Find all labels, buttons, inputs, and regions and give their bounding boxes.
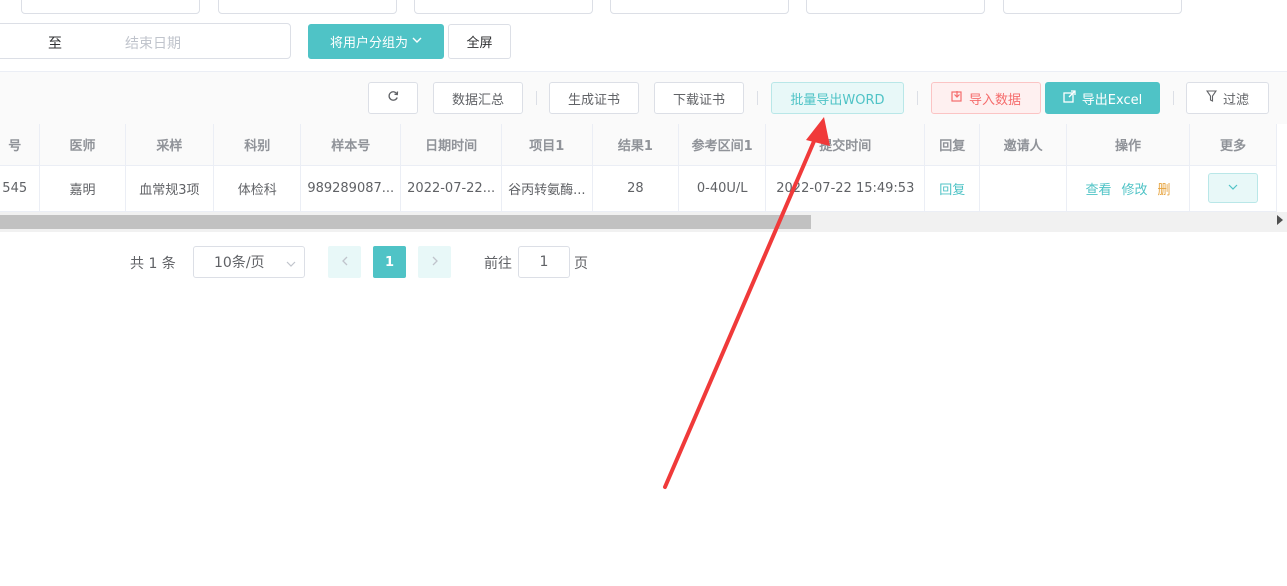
column-header: 医师 [39,124,126,166]
cell-doctor: 嘉明 [39,165,126,212]
cell-datetime: 2022-07-22... [400,165,503,212]
filter-input-6[interactable] [1003,0,1182,14]
chevron-down-icon [286,254,296,272]
column-header: 更多 [1189,124,1278,166]
export-excel-label: 导出Excel [1081,92,1143,108]
cell-more [1189,165,1278,212]
generate-certificate-button[interactable]: 生成证书 [549,82,639,114]
column-header: 号 [0,124,41,166]
chevron-left-icon [341,255,349,270]
scroll-right-arrow-icon[interactable] [1277,215,1283,225]
horizontal-scrollbar[interactable] [0,212,1287,232]
table-header-row: 号 医师 采样 科别 样本号 日期时间 项目1 结果1 参考区间1 提交时间 回… [0,124,1278,166]
end-date-placeholder[interactable]: 结束日期 [125,33,181,53]
import-data-label: 导入数据 [968,92,1021,108]
chevron-down-icon [1228,181,1238,196]
refresh-button[interactable] [368,82,418,114]
cell-reply: 回复 [924,165,981,212]
page-size-value: 10条/页 [214,255,265,271]
cell-id: 545 [0,165,41,212]
column-header: 日期时间 [400,124,503,166]
cell-submit-time: 2022-07-22 15:49:53 [765,165,926,212]
date-range-picker[interactable]: 至 结束日期 [0,23,291,59]
more-dropdown-button[interactable] [1207,173,1258,203]
delete-link[interactable]: 删 [1158,183,1171,198]
column-header: 项目1 [501,124,593,166]
prev-page-button[interactable] [328,246,361,278]
cell-dept: 体检科 [213,165,302,212]
filter-input-2[interactable] [218,0,397,14]
cell-ref1: 0-40U/L [678,165,767,212]
column-header: 采样 [125,124,215,166]
cell-operations: 查看 修改删 [1066,165,1190,212]
reply-link[interactable]: 回复 [939,183,965,198]
column-header: 邀请人 [979,124,1068,166]
chevron-right-icon [431,255,439,270]
column-header: 提交时间 [765,124,926,166]
column-header: 参考区间1 [678,124,767,166]
data-summary-button[interactable]: 数据汇总 [433,82,523,114]
column-header: 样本号 [300,124,402,166]
goto-page-input[interactable] [518,246,570,278]
toolbar-divider [917,91,918,105]
toolbar-divider [1173,91,1174,105]
cell-item1: 谷丙转氨酶... [501,165,593,212]
cell-result1: 28 [592,165,680,212]
filter-input-3[interactable] [414,0,593,14]
goto-label: 前往 [484,256,512,272]
view-link[interactable]: 查看 [1086,183,1112,198]
filter-input-1[interactable] [21,0,200,14]
toolbar-divider [536,91,537,105]
group-users-button[interactable]: 将用户分组为 [308,24,444,59]
cell-inviter [979,165,1068,212]
funnel-icon [1205,90,1218,106]
column-header: 回复 [924,124,981,166]
group-users-label: 将用户分组为 [329,36,408,51]
filter-input-4[interactable] [610,0,789,14]
fullscreen-button[interactable]: 全屏 [448,24,511,59]
filter-button[interactable]: 过滤 [1186,82,1269,114]
edit-link[interactable]: 修改 [1122,183,1148,198]
table-row: 545 嘉明 血常规3项 体检科 989289087... 2022-07-22… [0,165,1278,212]
column-header: 操作 [1066,124,1190,166]
toolbar-divider [757,91,758,105]
chevron-down-icon [412,34,422,49]
filter-label: 过滤 [1222,92,1249,108]
export-icon [1063,89,1076,107]
page-size-select[interactable]: 10条/页 [193,246,305,278]
batch-export-word-button[interactable]: 批量导出WORD [771,82,904,114]
column-header: 结果1 [592,124,680,166]
refresh-icon [387,90,399,106]
import-icon [951,90,963,106]
import-data-button[interactable]: 导入数据 [931,82,1041,114]
next-page-button[interactable] [418,246,451,278]
data-table: 号 医师 采样 科别 样本号 日期时间 项目1 结果1 参考区间1 提交时间 回… [0,124,1278,212]
date-range-separator: 至 [48,36,62,52]
current-page-button[interactable]: 1 [373,246,406,278]
cell-sample-no: 989289087... [300,165,402,212]
goto-suffix: 页 [574,256,588,272]
download-certificate-button[interactable]: 下载证书 [654,82,744,114]
column-header: 科别 [213,124,302,166]
cell-sample: 血常规3项 [125,165,215,212]
scrollbar-thumb[interactable] [0,215,811,229]
export-excel-button[interactable]: 导出Excel [1045,82,1160,114]
filter-input-5[interactable] [806,0,985,14]
pager-total: 共 1 条 [130,256,176,272]
